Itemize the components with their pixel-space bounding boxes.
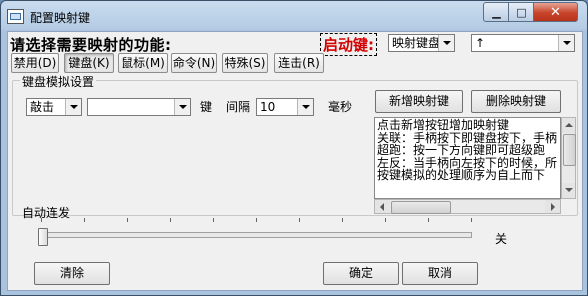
slider-tick [170,218,171,222]
slider-tick [127,218,128,222]
window-title: 配置映射键 [30,11,91,25]
tab-label: 鼠标(M) [121,56,165,70]
chevron-down-icon [558,35,574,51]
tab-label: 连击(R) [278,56,320,70]
tab-disable[interactable]: 禁用(D) [11,53,59,73]
slider-tick [385,218,386,222]
description-horizontal-scrollbar[interactable] [374,199,561,214]
slider-tick [84,218,85,222]
tab-label: 特殊(S) [224,56,266,70]
delete-mapping-button[interactable]: 删除映射键 [471,90,561,113]
clear-label: 清除 [59,266,84,280]
auto-fire-slider-track[interactable] [38,232,472,238]
auto-fire-state: 关 [495,232,508,246]
add-mapping-button[interactable]: 新增映射键 [375,90,463,113]
cancel-label: 取消 [427,266,452,280]
tab-label: 命令(N) [172,56,216,70]
add-mapping-label: 新增映射键 [388,94,449,108]
start-key-label: 启动键: [320,33,377,56]
action-select-value: 敲击 [30,100,55,114]
chevron-down-icon [438,35,454,51]
group-title: 键盘模拟设置 [20,73,97,90]
chevron-down-icon [65,99,81,115]
delete-mapping-label: 删除映射键 [485,94,546,108]
slider-tick [41,218,42,222]
scroll-down-icon[interactable] [562,183,575,198]
scroll-up-icon[interactable] [562,118,575,133]
scroll-left-icon[interactable] [375,200,390,213]
function-prompt: 请选择需要映射的功能: [10,36,172,54]
interval-value: 10 [260,100,276,114]
interval-select[interactable]: 10 [256,98,314,116]
description-line: 超跑：按一下方向键即可超级跑 [377,143,546,157]
app-icon [7,9,24,24]
unit-label: 毫秒 [328,100,353,114]
scroll-thumb[interactable] [391,201,451,214]
dialog-body: 请选择需要映射的功能: 启动键: 映射键盘 ↑ 禁用(D) 键盘(K) 鼠标(M… [7,31,583,291]
tab-mouse[interactable]: 鼠标(M) [118,53,168,73]
tab-label: 禁用(D) [13,56,57,70]
slider-tick [256,218,257,222]
slider-tick [299,218,300,222]
interval-label: 间隔 [226,100,251,114]
slider-tick [471,218,472,222]
chevron-down-icon [297,99,313,115]
key-select[interactable]: ↑ [471,34,575,52]
key-combo-select[interactable] [87,98,191,116]
slider-tick [428,218,429,222]
description-text[interactable]: 点击新增按钮增加映射键 关联：手柄按下即键盘按下，手柄 超跑：按一下方向键即可超… [374,117,561,199]
key-select-value: ↑ [475,36,486,50]
scroll-thumb[interactable] [563,134,576,166]
description-line: 按键模拟的处理顺序为自上而下 [377,168,546,182]
ok-button[interactable]: 确定 [323,262,399,285]
maximize-icon: □ [516,5,527,19]
close-button[interactable]: ✕ [533,2,578,22]
minimize-button[interactable]: ▁ [483,2,510,22]
tab-label: 键盘(K) [68,56,110,70]
mapping-type-value: 映射键盘 [392,36,441,50]
scroll-right-icon[interactable] [545,200,560,213]
description-line: 点击新增按钮增加映射键 [377,118,510,132]
tab-combo[interactable]: 连击(R) [274,53,324,73]
mapping-type-select[interactable]: 映射键盘 [388,34,455,52]
description-vertical-scrollbar[interactable] [561,117,576,199]
clear-button[interactable]: 清除 [34,262,110,285]
dialog-window: 配置映射键 ▁ □ ✕ 请选择需要映射的功能: 启动键: 映射键盘 ↑ 禁用(D… [0,0,588,296]
slider-ticks [41,218,472,222]
slider-tick [213,218,214,222]
chevron-down-icon [174,99,190,115]
tab-command[interactable]: 命令(N) [171,53,217,73]
minimize-icon: ▁ [492,5,501,19]
slider-tick [342,218,343,222]
auto-fire-slider-thumb[interactable] [38,228,48,246]
key-label: 键 [200,100,213,114]
close-icon: ✕ [550,4,561,20]
maximize-button[interactable]: □ [508,2,535,22]
ok-label: 确定 [348,266,373,280]
cancel-button[interactable]: 取消 [402,262,478,285]
action-select[interactable]: 敲击 [26,98,82,116]
title-bar[interactable]: 配置映射键 ▁ □ ✕ [1,1,587,31]
tab-special[interactable]: 特殊(S) [222,53,268,73]
tab-keyboard[interactable]: 键盘(K) [64,53,114,73]
